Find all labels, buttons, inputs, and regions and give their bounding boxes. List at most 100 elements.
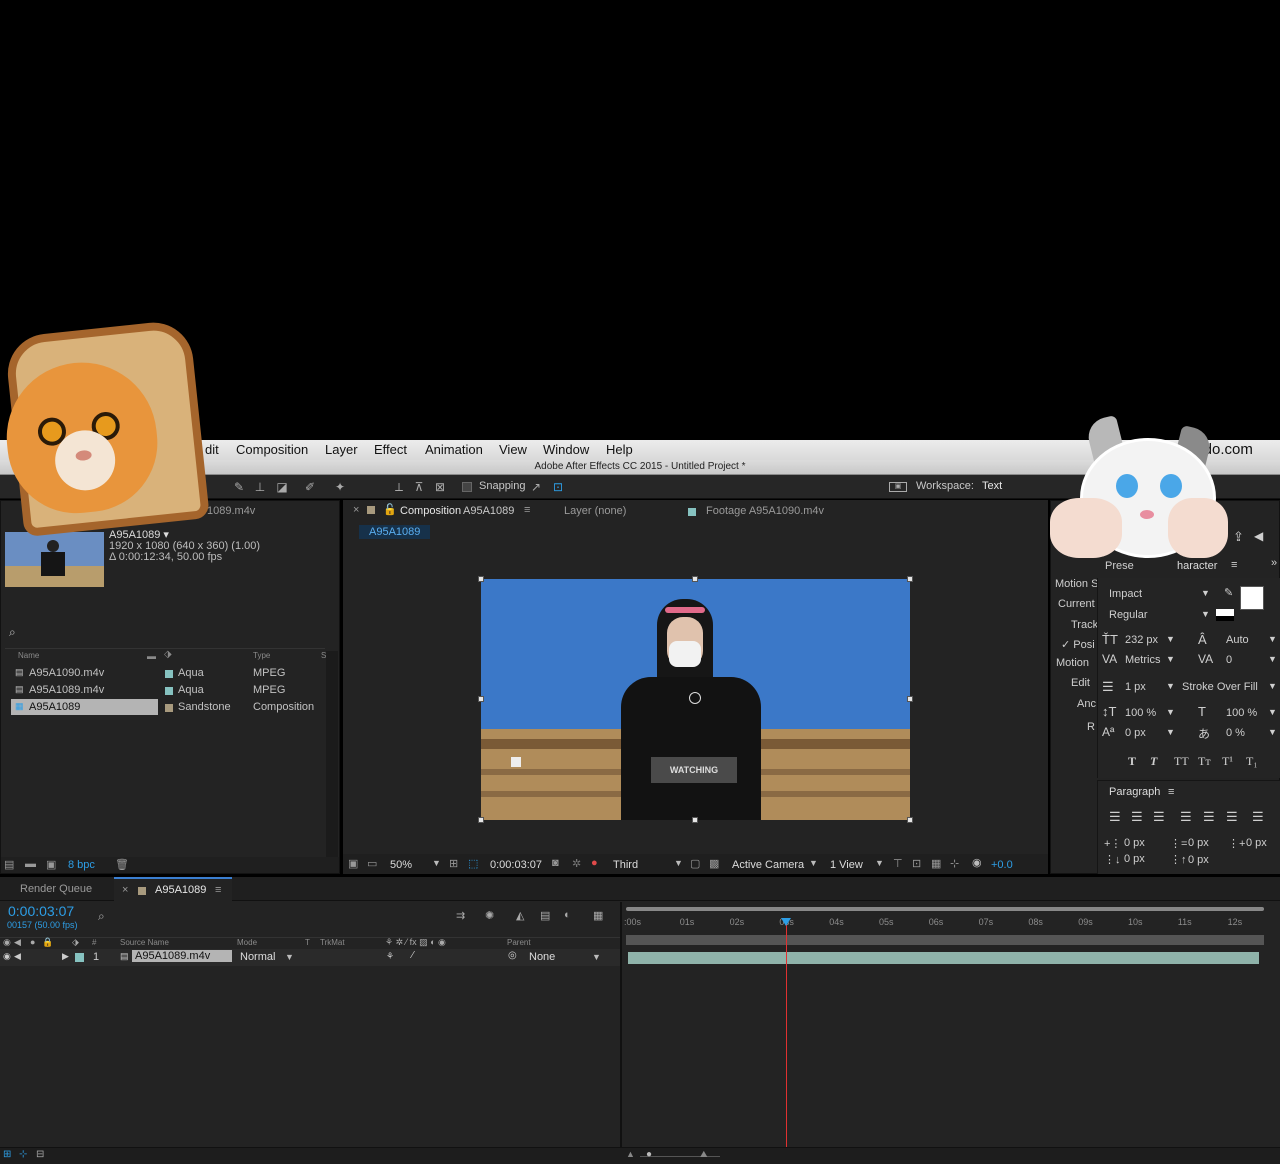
chevron-down-icon[interactable]: ▼ <box>1201 588 1210 598</box>
brush-icon[interactable]: ✎ <box>232 480 246 494</box>
comp-navigator-chip[interactable]: A95A1089 <box>359 525 431 539</box>
font-size-value[interactable]: 232 px <box>1125 634 1158 646</box>
tab-layer[interactable]: Layer (none) <box>564 505 626 517</box>
font-style-select[interactable]: Regular <box>1109 609 1148 621</box>
roto-brush-icon[interactable]: ✐ <box>303 480 317 494</box>
indent-right-value[interactable]: 0 px <box>1246 837 1267 849</box>
shy-switch-icon[interactable]: ⚘ <box>386 951 394 962</box>
audio-speaker-icon[interactable]: ◀ <box>14 951 21 962</box>
clone-stamp-icon[interactable]: ⊥ <box>253 480 267 494</box>
puppet-pin-icon[interactable]: ✦ <box>333 480 347 494</box>
panel-menu-icon[interactable]: ≡ <box>1231 559 1237 571</box>
column-parent[interactable]: Parent <box>507 938 531 947</box>
snapshot-icon[interactable]: ◙ <box>552 857 559 869</box>
layer-duration-bar[interactable] <box>628 952 1259 964</box>
anchor-point-icon[interactable] <box>689 692 701 704</box>
zoom-handle-icon[interactable]: ● <box>646 1149 652 1160</box>
eraser-icon[interactable]: ◪ <box>275 480 289 494</box>
exposure-icon[interactable]: ◉ <box>972 856 982 869</box>
close-icon[interactable]: × <box>353 504 359 516</box>
layer-name[interactable]: A95A1089.m4v <box>132 950 232 962</box>
chevron-down-icon[interactable]: ▼ <box>1268 654 1277 664</box>
column-source-name[interactable]: Source Name <box>120 938 169 947</box>
fast-previews-icon[interactable]: ▢ <box>690 857 700 870</box>
menu-view[interactable]: View <box>499 442 527 457</box>
small-caps-button[interactable]: Tт <box>1198 754 1211 769</box>
sort-arrow-icon[interactable]: ▬ <box>147 651 156 661</box>
video-eye-icon[interactable]: ◉ <box>3 951 11 962</box>
baseline-shift-value[interactable]: 0 px <box>1125 727 1146 739</box>
playhead-handle[interactable] <box>781 918 792 926</box>
snap-edges-icon[interactable]: ↗ <box>529 480 543 494</box>
chevron-down-icon[interactable]: ▼ <box>1166 681 1175 691</box>
label-column-icon[interactable]: ⬗ <box>72 937 79 948</box>
transparency-grid-icon[interactable]: ▩ <box>709 857 719 870</box>
resolution-select[interactable]: Third <box>613 859 638 871</box>
chevron-down-icon[interactable]: ▼ <box>1166 707 1175 717</box>
fill-color-swatch[interactable] <box>1240 586 1264 610</box>
chevron-down-icon[interactable]: ▼ <box>1166 634 1175 644</box>
draft-3d-icon[interactable]: ✺ <box>485 909 494 922</box>
chevron-down-icon[interactable]: ▼ <box>285 952 294 962</box>
all-caps-button[interactable]: TT <box>1174 754 1189 769</box>
tab-composition-prefix[interactable]: Composition <box>400 505 461 517</box>
menu-help[interactable]: Help <box>606 442 633 457</box>
column-name[interactable]: Name <box>18 651 39 660</box>
transform-handle[interactable] <box>478 576 484 582</box>
chevron-down-icon[interactable]: ▼ <box>1166 654 1175 664</box>
safe-margins-icon[interactable]: ⊞ <box>449 857 458 870</box>
viewer-timecode[interactable]: 0:00:03:07 <box>490 859 542 871</box>
chevron-down-icon[interactable]: ▼ <box>1268 634 1277 644</box>
label-swatch[interactable] <box>165 670 173 678</box>
audio-switch-icon[interactable]: ◀ <box>14 937 21 948</box>
chevron-down-icon[interactable]: ▼ <box>1268 727 1277 737</box>
align-center-icon[interactable]: ☰ <box>1131 809 1143 825</box>
column-type[interactable]: Type <box>253 651 270 660</box>
region-of-interest-icon[interactable]: ⬚ <box>468 857 478 870</box>
faux-bold-button[interactable]: T <box>1128 754 1136 769</box>
transform-handle[interactable] <box>907 576 913 582</box>
pick-whip-icon[interactable]: ◎ <box>508 950 517 961</box>
timeline-timecode[interactable]: 0:00:03:07 <box>8 903 74 919</box>
label-column-icon[interactable]: ⬗ <box>164 649 172 660</box>
justify-center-icon[interactable]: ☰ <box>1203 809 1215 825</box>
label-swatch[interactable] <box>165 704 173 712</box>
project-scrollbar[interactable] <box>326 651 338 866</box>
column-t[interactable]: T <box>305 938 310 947</box>
panel-menu-icon[interactable]: ≡ <box>1168 786 1174 798</box>
fast-preview-icon[interactable]: ⊡ <box>912 857 921 870</box>
indent-left-value[interactable]: 0 px <box>1124 837 1145 849</box>
bit-depth-button[interactable]: 8 bpc <box>68 859 95 871</box>
show-snapshot-icon[interactable]: ✲ <box>572 857 581 870</box>
motion-sketch-label[interactable]: Motion S <box>1055 578 1098 590</box>
interpret-footage-icon[interactable]: ▤ <box>4 858 14 871</box>
indent-first-value[interactable]: 0 px <box>1188 837 1209 849</box>
toggle-in-out-icon[interactable]: ⊟ <box>36 1149 44 1160</box>
tracking-value[interactable]: 0 <box>1226 654 1232 666</box>
graph-editor-icon[interactable]: ▦ <box>593 909 603 922</box>
tab-render-queue[interactable]: Render Queue <box>20 883 92 895</box>
lock-icon[interactable]: 🔒 <box>42 937 53 948</box>
workspace-select[interactable]: Text <box>982 480 1002 492</box>
column-mode[interactable]: Mode <box>237 938 257 947</box>
timeline-icon[interactable]: ▦ <box>931 857 941 870</box>
menu-effect[interactable]: Effect <box>374 442 407 457</box>
menu-animation[interactable]: Animation <box>425 442 483 457</box>
parent-select[interactable]: None <box>529 951 555 963</box>
tab-composition-name[interactable]: A95A1089 <box>463 505 514 517</box>
zoom-out-icon[interactable]: ▲ <box>626 1149 635 1159</box>
toggle-modes-icon[interactable]: ⊹ <box>19 1149 27 1160</box>
lock-icon[interactable]: 🔓 <box>383 503 397 516</box>
subscript-button[interactable]: T₁ <box>1246 754 1258 769</box>
stroke-mode-select[interactable]: Stroke Over Fill <box>1182 681 1258 693</box>
toggle-pixel-aspect-icon[interactable]: ⊤ <box>893 857 903 870</box>
transform-handle[interactable] <box>692 817 698 823</box>
flowchart-icon[interactable]: ⊹ <box>950 857 959 870</box>
transform-handle[interactable] <box>907 817 913 823</box>
transform-handle[interactable] <box>692 576 698 582</box>
quality-switch-icon[interactable]: ⁄ <box>412 950 414 961</box>
shy-layers-icon[interactable]: ◭ <box>516 909 524 922</box>
label-swatch[interactable] <box>75 953 84 962</box>
align-left-icon[interactable]: ☰ <box>1109 809 1121 825</box>
solo-icon[interactable]: ● <box>30 937 35 947</box>
